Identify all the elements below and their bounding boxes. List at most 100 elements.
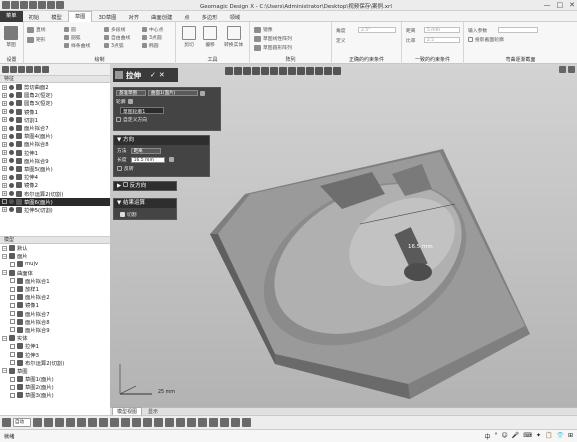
expand-icon[interactable]: + [2, 84, 7, 90]
ratio-field[interactable]: 2.5 [424, 37, 460, 43]
visibility-icon[interactable] [9, 174, 14, 180]
filter-icon[interactable] [165, 418, 174, 427]
clip-icon[interactable] [231, 418, 240, 427]
reverse-direction-section[interactable]: ▶ 反方向 [113, 181, 177, 191]
checkbox-icon[interactable] [10, 302, 15, 308]
polyline-button[interactable]: 多段线 [104, 26, 125, 33]
grid-icon[interactable] [187, 418, 196, 427]
reverse-direction-header[interactable]: ▶ 反方向 [114, 182, 176, 190]
feature-tree-item[interactable]: + 拉伸1 [0, 149, 110, 157]
ime-icon[interactable]: ⊞ [568, 432, 573, 441]
circular-pattern-button[interactable]: 草图圆形阵列 [254, 44, 292, 51]
expand-icon[interactable]: + [2, 182, 7, 188]
model-tree-item[interactable]: − 草图 [0, 367, 110, 375]
visibility-icon[interactable] [9, 141, 14, 147]
select-mode-icon[interactable]: 自动 [13, 418, 31, 427]
angle-field[interactable]: 2.5° [358, 27, 396, 33]
redo-icon[interactable] [47, 1, 55, 9]
save-icon[interactable] [29, 1, 37, 9]
model-tree-item[interactable]: 放样1 [0, 285, 110, 293]
offset-button[interactable]: 偏移 [203, 26, 217, 48]
feature-tree-item[interactable]: + 拉伸4 [0, 173, 110, 181]
checkbox-icon[interactable] [10, 327, 15, 333]
model-tree-item[interactable]: − 实体 [0, 334, 110, 342]
model-tree-item[interactable]: mujv [0, 260, 110, 268]
refresh-icon[interactable] [127, 99, 133, 104]
feature-tree-icon[interactable] [2, 66, 9, 73]
checkbox-icon[interactable] [10, 384, 15, 390]
light-icon[interactable] [209, 418, 218, 427]
model-tree-item[interactable]: − 默认 [0, 244, 110, 252]
feature-tree-item[interactable]: + 镜像1 [0, 108, 110, 116]
menu-polygon[interactable]: 多边形 [196, 13, 224, 21]
collapse-icon[interactable]: − [2, 270, 7, 276]
center-button[interactable]: 中心点 [142, 26, 163, 33]
collapse-icon[interactable]: − [2, 368, 7, 374]
line-button[interactable]: 直线 [27, 26, 46, 33]
ime-icon[interactable]: 📋 [545, 432, 552, 441]
profile-item[interactable]: 草图轮廓1 [121, 110, 145, 115]
hide-icon[interactable] [110, 418, 119, 427]
visibility-icon[interactable] [9, 133, 14, 139]
visibility-icon[interactable] [9, 100, 14, 106]
help-icon[interactable] [42, 66, 49, 73]
menu-align[interactable]: 对齐 [122, 13, 145, 21]
menu-surface[interactable]: 曲面创建 [145, 13, 178, 21]
edge-icon[interactable] [99, 418, 108, 427]
flip-icon[interactable] [168, 157, 174, 162]
visibility-icon[interactable] [9, 150, 14, 156]
tab-display[interactable]: 显示 [144, 408, 162, 415]
menu-file[interactable]: 菜单 [0, 11, 23, 22]
view-icon[interactable] [77, 418, 86, 427]
ime-icon[interactable]: ° [495, 432, 498, 441]
expand-icon[interactable]: + [2, 92, 7, 98]
dropdown-icon[interactable] [56, 1, 64, 9]
layer-icon[interactable] [132, 418, 141, 427]
visibility-icon[interactable] [9, 117, 14, 123]
model-tree-item[interactable]: 面片拟合9 [0, 326, 110, 334]
feature-tree-item[interactable]: + 草图4(面片) [0, 132, 110, 140]
model-tree-item[interactable]: 布尔运算2(切割) [0, 359, 110, 367]
direction-header[interactable]: ▼ 方向 [114, 136, 209, 145]
model-tree-item[interactable]: 面片拟合7 [0, 310, 110, 318]
visibility-icon[interactable] [9, 109, 14, 115]
ime-icon[interactable]: ☺ [502, 432, 508, 441]
render-icon[interactable] [220, 418, 229, 427]
menu-model[interactable]: 模型 [45, 13, 68, 21]
model-tree-item[interactable]: − 曲面体 [0, 269, 110, 277]
distance-field[interactable]: 5 mm [424, 27, 460, 33]
input-param-field[interactable] [498, 27, 538, 33]
3pt-arc-button[interactable]: 3点弧 [104, 42, 124, 49]
checkbox-icon[interactable] [10, 286, 15, 292]
color-icon[interactable] [143, 418, 152, 427]
minimize-button[interactable]: — [544, 1, 551, 9]
collapse-icon[interactable]: − [2, 335, 7, 341]
ellipse-button[interactable]: 椭圆 [142, 42, 159, 49]
profile-list[interactable]: 草图轮廓1 [120, 107, 164, 115]
expand-icon[interactable]: + [2, 133, 7, 139]
expand-icon[interactable]: + [2, 174, 7, 180]
collapse-icon[interactable]: − [2, 253, 7, 259]
shade-icon[interactable] [88, 418, 97, 427]
snap-icon[interactable] [176, 418, 185, 427]
menu-initial[interactable]: 初始 [23, 13, 46, 21]
checkbox-icon[interactable] [10, 278, 15, 284]
cut-checkbox[interactable] [120, 212, 125, 217]
model-tree-item[interactable]: 拉伸1 [0, 342, 110, 350]
menu-region[interactable]: 领域 [224, 13, 247, 21]
model-tree-item[interactable]: 拉伸3 [0, 350, 110, 359]
accuracy-icon[interactable] [34, 66, 41, 73]
checkbox-icon[interactable] [10, 392, 15, 398]
open-file-icon[interactable] [20, 1, 28, 9]
rotate-icon[interactable] [55, 418, 64, 427]
checkbox-icon[interactable] [10, 319, 15, 325]
auto-direction-checkbox[interactable] [116, 117, 121, 122]
visibility-icon[interactable] [9, 199, 14, 205]
checkbox-icon[interactable] [10, 311, 15, 317]
feature-tree-item[interactable]: + 草图5(面片) [0, 165, 110, 173]
visibility-icon[interactable] [9, 191, 14, 197]
ok-button[interactable]: ✓ [150, 71, 156, 79]
feature-tree-item[interactable]: + 布尔运算2(切割) [0, 189, 110, 198]
feature-tree-item[interactable]: + 镜像2 [0, 181, 110, 189]
collapse-icon[interactable]: − [2, 245, 7, 251]
